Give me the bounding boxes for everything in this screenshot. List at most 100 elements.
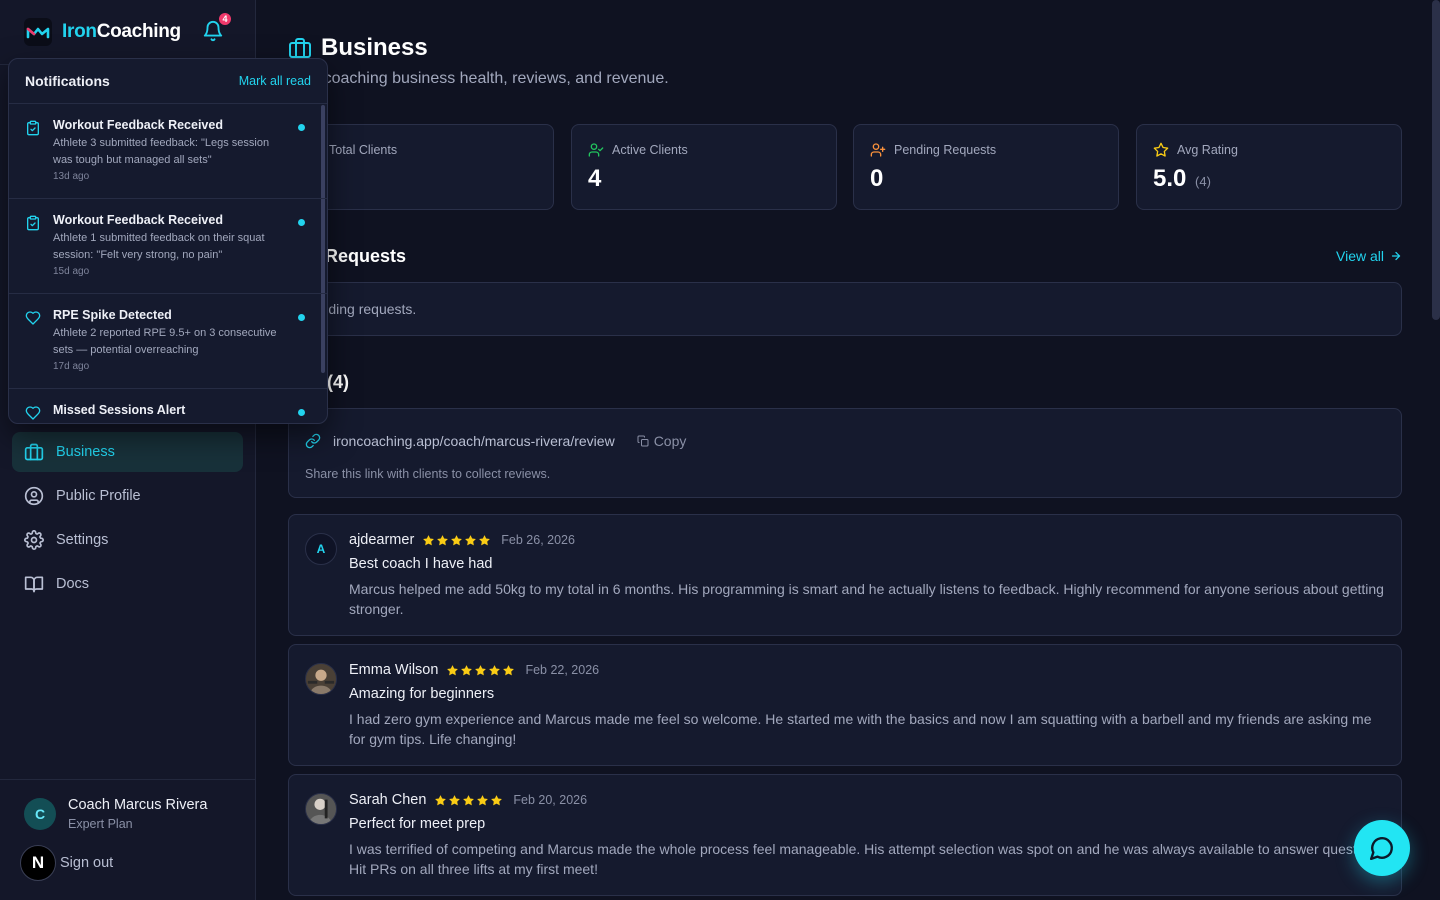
gear-icon bbox=[24, 530, 44, 550]
notification-title: Workout Feedback Received bbox=[53, 118, 223, 132]
brand[interactable]: IronCoaching bbox=[24, 18, 181, 46]
stat-card-pending-requests: Pending Requests 0 bbox=[853, 124, 1119, 210]
arrow-right-icon bbox=[1391, 251, 1401, 261]
review-body: I had zero gym experience and Marcus mad… bbox=[349, 711, 1372, 747]
review-body: I was terrified of competing and Marcus … bbox=[349, 841, 1387, 877]
notification-title: Missed Sessions Alert bbox=[53, 403, 186, 417]
notification-item[interactable]: Workout Feedback Received Athlete 1 subm… bbox=[9, 199, 327, 294]
user-plus-icon bbox=[870, 143, 886, 157]
sign-out-button[interactable]: Sign out bbox=[60, 855, 113, 871]
sidebar-item-docs[interactable]: Docs bbox=[12, 564, 243, 604]
star-icon bbox=[489, 664, 501, 675]
page-subtitle: your coaching business health, reviews, … bbox=[288, 70, 669, 87]
user-photo-icon bbox=[306, 664, 336, 694]
star-rating bbox=[446, 664, 515, 677]
review-title: Perfect for meet prep bbox=[349, 816, 486, 832]
review-card: A ajdearmer Feb 26, 2026 Best coach I ha… bbox=[288, 514, 1402, 636]
sidebar-item-label: Business bbox=[56, 444, 115, 460]
divider bbox=[0, 779, 256, 780]
sidebar-item-label: Docs bbox=[56, 576, 90, 592]
star-icon bbox=[477, 794, 489, 805]
rating-count: (4) bbox=[1195, 174, 1211, 189]
chat-button[interactable] bbox=[1354, 820, 1410, 876]
avatar: C bbox=[24, 798, 56, 830]
star-icon bbox=[465, 534, 477, 545]
framework-badge[interactable]: N bbox=[20, 845, 56, 881]
notification-title: RPE Spike Detected bbox=[53, 308, 172, 322]
clipboard-check-icon bbox=[27, 120, 39, 136]
stat-card-avg-rating: Avg Rating 5.0 (4) bbox=[1136, 124, 1402, 210]
notification-time: 17d ago bbox=[53, 361, 90, 372]
reviewer-name: ajdearmer bbox=[349, 532, 415, 548]
unread-dot bbox=[298, 314, 305, 321]
briefcase-icon bbox=[24, 443, 44, 461]
notification-item[interactable]: RPE Spike Detected Athlete 2 reported RP… bbox=[9, 294, 327, 389]
stat-label: Avg Rating bbox=[1177, 143, 1238, 157]
user-check-icon bbox=[588, 143, 604, 157]
unread-dot bbox=[298, 409, 305, 416]
review-date: Feb 20, 2026 bbox=[513, 793, 588, 807]
stat-label: Total Clients bbox=[329, 143, 398, 157]
page-scrollbar[interactable] bbox=[1432, 0, 1440, 320]
star-icon bbox=[447, 664, 459, 675]
star-icon bbox=[461, 664, 473, 675]
book-open-icon bbox=[24, 576, 44, 593]
unread-dot bbox=[298, 124, 305, 131]
user-plan: Expert Plan bbox=[68, 817, 133, 831]
notification-time: 13d ago bbox=[53, 171, 90, 182]
stat-value: 4 bbox=[588, 165, 602, 192]
star-icon bbox=[479, 534, 491, 545]
stat-label: Pending Requests bbox=[894, 143, 997, 157]
notification-item[interactable]: Workout Feedback Received Athlete 3 subm… bbox=[9, 104, 327, 199]
review-title: Best coach I have had bbox=[349, 556, 493, 572]
brand-name: IronCoaching bbox=[62, 21, 181, 42]
review-date: Feb 22, 2026 bbox=[525, 663, 600, 677]
sidebar-item-public-profile[interactable]: Public Profile bbox=[12, 476, 243, 516]
stat-value: 5.0 (4) bbox=[1153, 165, 1211, 192]
heart-icon bbox=[25, 311, 41, 325]
notifications-header: Notifications Mark all read bbox=[9, 59, 327, 104]
reviewer-name: Emma Wilson bbox=[349, 662, 439, 678]
sidebar-item-label: Public Profile bbox=[56, 488, 141, 504]
avatar: A bbox=[305, 533, 337, 565]
star-icon bbox=[449, 794, 461, 805]
brand-logo-icon bbox=[24, 18, 52, 46]
unread-dot bbox=[298, 219, 305, 226]
user-photo-icon bbox=[306, 794, 336, 824]
star-icon bbox=[491, 794, 503, 805]
star-icon bbox=[503, 664, 515, 675]
avatar bbox=[305, 663, 337, 695]
notification-item[interactable]: Missed Sessions Alert bbox=[9, 389, 327, 423]
clipboard-check-icon bbox=[27, 215, 39, 231]
review-body: Marcus helped me add 50kg to my total in… bbox=[349, 581, 1384, 617]
star-rating bbox=[434, 794, 503, 807]
review-card: Sarah Chen Feb 20, 2026 Perfect for meet… bbox=[288, 774, 1402, 896]
view-all-link[interactable]: View all bbox=[1336, 248, 1402, 264]
notification-body: Athlete 3 submitted feedback: "Legs sess… bbox=[53, 137, 270, 166]
star-icon bbox=[1153, 142, 1169, 157]
link-icon bbox=[305, 433, 321, 449]
sidebar-item-settings[interactable]: Settings bbox=[12, 520, 243, 560]
reviewer-name: Sarah Chen bbox=[349, 792, 427, 808]
review-date: Feb 26, 2026 bbox=[501, 533, 575, 547]
user-circle-icon bbox=[24, 486, 44, 506]
notifications-title: Notifications bbox=[25, 73, 110, 89]
copy-link-button[interactable]: Copy bbox=[637, 433, 686, 449]
copy-icon bbox=[637, 435, 649, 447]
stat-value: 0 bbox=[870, 165, 884, 192]
star-icon bbox=[437, 534, 449, 545]
star-icon bbox=[451, 534, 463, 545]
notification-body: Athlete 2 reported RPE 9.5+ on 3 consecu… bbox=[53, 327, 277, 356]
notification-title: Workout Feedback Received bbox=[53, 213, 223, 227]
notification-body: Athlete 1 submitted feedback on their sq… bbox=[53, 232, 265, 261]
notification-time: 15d ago bbox=[53, 266, 90, 277]
star-rating bbox=[422, 534, 491, 547]
notifications-popover: Notifications Mark all read Workout Feed… bbox=[8, 58, 328, 424]
star-icon bbox=[423, 534, 435, 545]
heart-icon bbox=[25, 406, 41, 420]
mark-all-read-button[interactable]: Mark all read bbox=[239, 74, 311, 88]
review-link-url[interactable]: ironcoaching.app/coach/marcus-rivera/rev… bbox=[333, 433, 615, 449]
review-link-card: ironcoaching.app/coach/marcus-rivera/rev… bbox=[288, 408, 1402, 498]
review-title: Amazing for beginners bbox=[349, 686, 495, 702]
sidebar-item-business[interactable]: Business bbox=[12, 432, 243, 472]
